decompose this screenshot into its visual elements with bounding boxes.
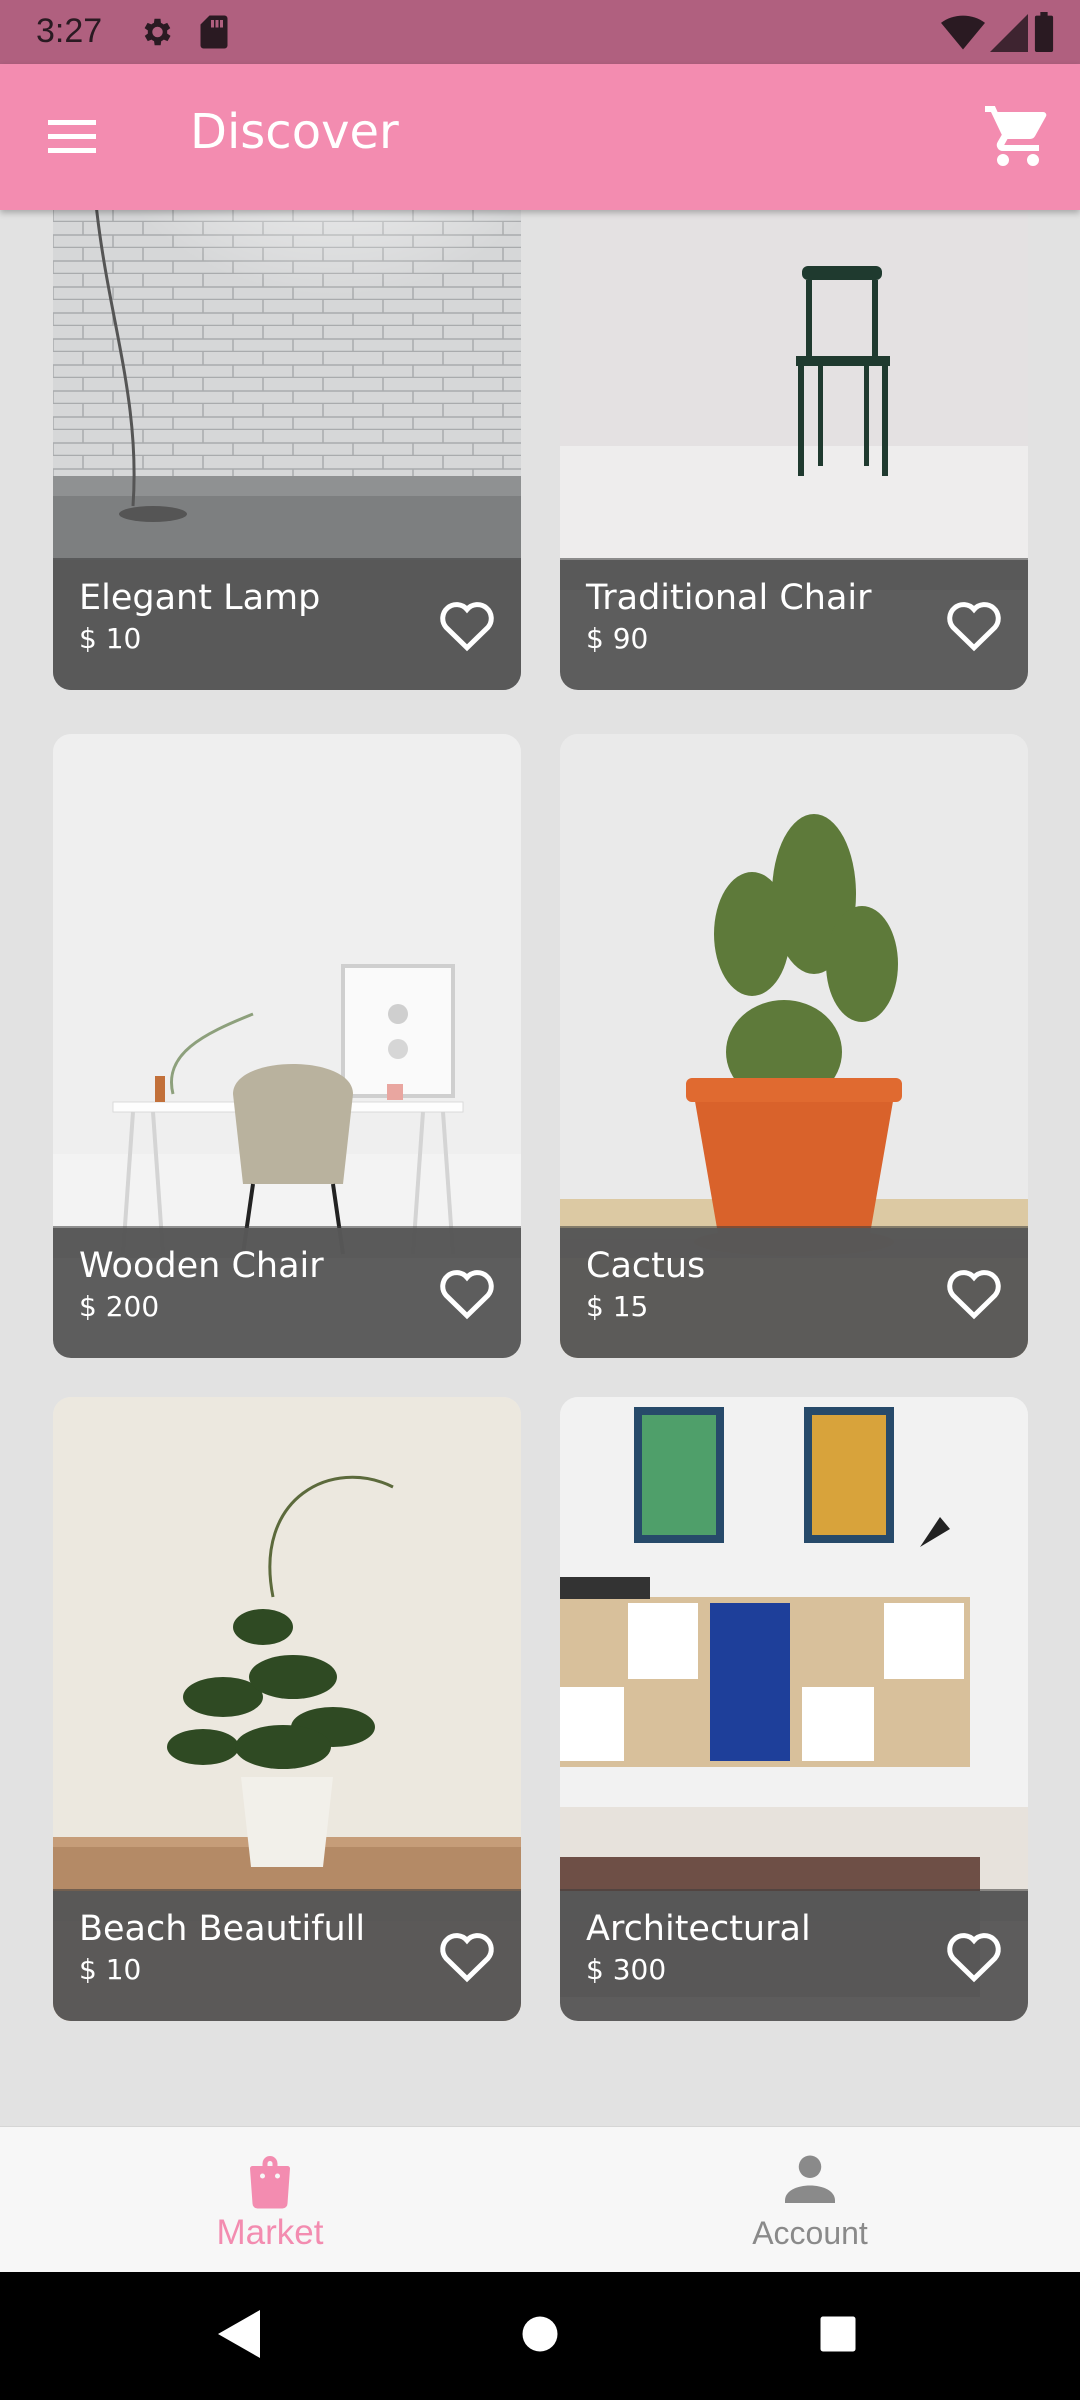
product-card[interactable]: Wooden Chair $ 200 <box>53 734 521 1358</box>
menu-button[interactable] <box>30 104 116 170</box>
product-caption: Traditional Chair $ 90 <box>560 560 1028 690</box>
status-icons <box>941 12 1056 57</box>
status-bar: 3:27 <box>0 0 1080 64</box>
cart-button[interactable] <box>982 100 1054 172</box>
product-name: Beach Beautifull <box>79 1909 366 1949</box>
product-caption: Beach Beautifull $ 10 <box>53 1891 521 2021</box>
favorite-heart-icon[interactable] <box>944 1927 1004 1983</box>
wifi-icon <box>941 15 986 50</box>
settings-gear-icon <box>144 18 171 46</box>
product-name: Cactus <box>586 1246 706 1286</box>
product-card[interactable]: Traditional Chair $ 90 <box>560 210 1028 690</box>
product-caption: Elegant Lamp $ 10 <box>53 560 521 690</box>
shopping-bag-icon <box>250 2156 290 2209</box>
product-price: $ 10 <box>79 622 142 655</box>
status-time: 3:27 <box>36 12 103 50</box>
app-bar: Discover <box>0 64 1080 210</box>
product-card[interactable]: Architectural $ 300 <box>560 1397 1028 2021</box>
back-triangle-icon[interactable] <box>218 2310 260 2358</box>
favorite-heart-icon[interactable] <box>944 1264 1004 1320</box>
product-caption: Architectural $ 300 <box>560 1891 1028 2021</box>
product-caption: Wooden Chair $ 200 <box>53 1228 521 1358</box>
product-card[interactable]: Cactus $ 15 <box>560 734 1028 1358</box>
home-circle-icon[interactable] <box>520 2310 560 2358</box>
product-grid: Elegant Lamp $ 10 Traditional Chair $ 90… <box>0 210 1080 2126</box>
favorite-heart-icon[interactable] <box>437 1264 497 1320</box>
product-name: Traditional Chair <box>586 578 872 618</box>
nav-label: Account <box>752 2215 868 2251</box>
cell-signal-icon <box>989 14 1028 52</box>
page-title: Discover <box>190 104 399 160</box>
product-price: $ 10 <box>79 1953 142 1986</box>
product-price: $ 15 <box>586 1290 649 1323</box>
bottom-navigation: Market Account <box>0 2126 1080 2273</box>
sd-card-icon <box>200 15 228 49</box>
favorite-heart-icon[interactable] <box>944 596 1004 652</box>
recents-square-icon[interactable] <box>818 2310 858 2358</box>
person-icon <box>785 2155 835 2203</box>
system-navigation-bar <box>0 2272 1080 2400</box>
product-card[interactable]: Beach Beautifull $ 10 <box>53 1397 521 2021</box>
favorite-heart-icon[interactable] <box>437 1927 497 1983</box>
nav-item-account[interactable]: Account <box>540 2127 1080 2273</box>
nav-item-market[interactable]: Market <box>0 2127 540 2273</box>
favorite-heart-icon[interactable] <box>437 596 497 652</box>
hamburger-menu-icon <box>48 120 96 153</box>
nav-label: Market <box>216 2213 324 2252</box>
product-price: $ 300 <box>586 1953 667 1986</box>
product-name: Wooden Chair <box>79 1246 324 1286</box>
product-price: $ 90 <box>586 622 649 655</box>
product-price: $ 200 <box>79 1290 160 1323</box>
shopping-cart-icon <box>985 106 1047 166</box>
product-name: Architectural <box>586 1909 811 1949</box>
product-caption: Cactus $ 15 <box>560 1228 1028 1358</box>
product-card[interactable]: Elegant Lamp $ 10 <box>53 210 521 690</box>
product-name: Elegant Lamp <box>79 578 321 618</box>
battery-icon <box>1034 12 1054 52</box>
